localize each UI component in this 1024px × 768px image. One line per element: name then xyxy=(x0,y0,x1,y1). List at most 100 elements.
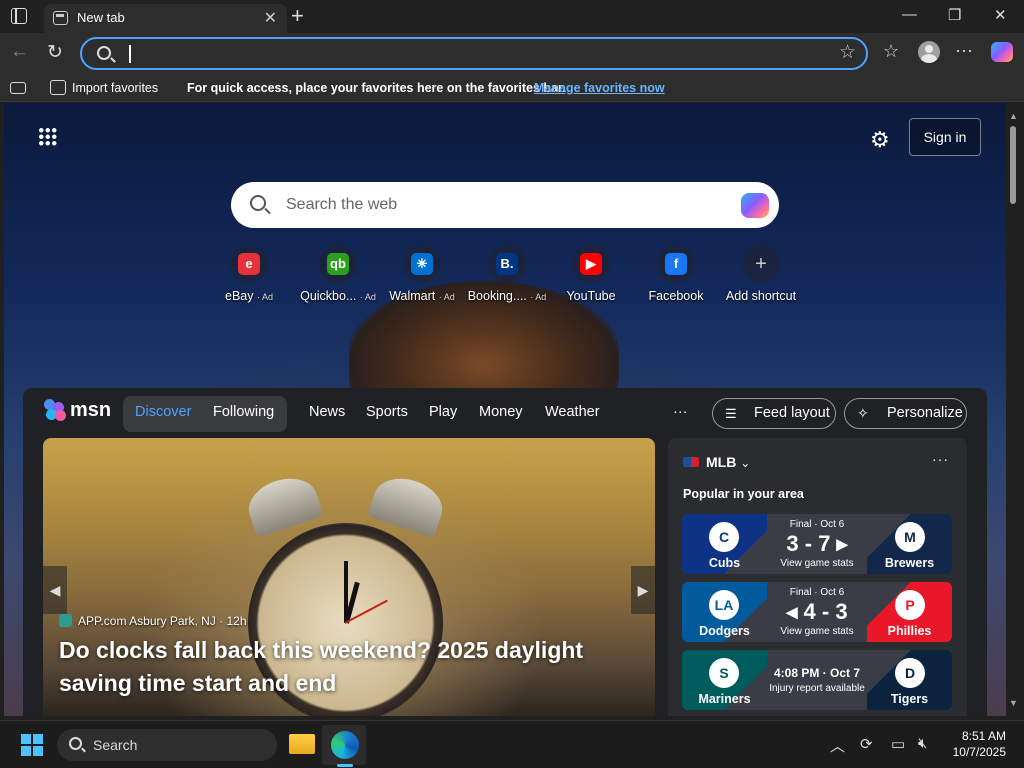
shortcut-icon: B. xyxy=(488,245,526,283)
sparkle-icon: ✧ xyxy=(857,405,869,421)
maximize-button[interactable]: ❐ xyxy=(948,6,961,24)
add-favorite-star-icon[interactable]: ☆ xyxy=(839,41,856,64)
tab-actions-icon[interactable] xyxy=(11,8,27,24)
nav-play[interactable]: Play xyxy=(429,404,457,420)
carousel-next-button[interactable]: ▶ xyxy=(631,566,655,614)
game-link[interactable]: View game stats xyxy=(767,626,867,637)
shortcut-icon: f xyxy=(657,245,695,283)
game-link[interactable]: Injury report available xyxy=(767,683,867,694)
shortcut-tile[interactable]: ✳ Walmart · Ad xyxy=(376,245,468,305)
tab-discover[interactable]: Discover xyxy=(135,404,191,420)
new-tab-page: ⚙ Sign in Search the web e eBay · Ad qb Qui… xyxy=(4,103,1006,716)
team-b: D Tigers xyxy=(867,650,952,710)
game-row[interactable]: C Cubs Final · Oct 63 - 7 ▸ View game stats… xyxy=(682,514,952,574)
new-tab-button[interactable]: + xyxy=(291,3,304,29)
card-more-icon[interactable]: ··· xyxy=(932,451,949,467)
personalize-button[interactable]: ✧ Personalize xyxy=(844,398,967,429)
mlb-logo-icon xyxy=(683,457,699,467)
feed-layout-button[interactable]: ☰ Feed layout xyxy=(712,398,836,429)
update-sync-icon[interactable]: ⟳ xyxy=(860,735,873,753)
tab-following[interactable]: Following xyxy=(213,404,274,420)
shortcut-tile[interactable]: e eBay · Ad xyxy=(203,245,295,305)
shortcut-label: eBay · Ad xyxy=(203,289,295,303)
league-selector[interactable]: MLB ⌄ xyxy=(706,454,750,470)
shortcut-glyph: B. xyxy=(496,253,518,275)
shortcut-name: eBay xyxy=(225,289,254,303)
team-a-name: Dodgers xyxy=(699,624,750,638)
page-scrollbar[interactable]: ▲ ▼ xyxy=(1006,108,1020,716)
shortcut-glyph: e xyxy=(238,253,260,275)
shortcut-glyph: qb xyxy=(327,253,349,275)
page-settings-gear-icon[interactable]: ⚙ xyxy=(870,127,890,153)
nav-sports[interactable]: Sports xyxy=(366,404,408,420)
profile-avatar[interactable] xyxy=(918,41,940,63)
scrollbar-thumb[interactable] xyxy=(1010,126,1016,204)
team-b-logo-icon: P xyxy=(895,590,925,620)
publisher-icon xyxy=(59,614,72,627)
sidebar-toggle-icon[interactable] xyxy=(10,82,26,94)
import-icon xyxy=(50,80,66,95)
nav-weather[interactable]: Weather xyxy=(545,404,600,420)
nav-news[interactable]: News xyxy=(309,404,345,420)
sign-in-button[interactable]: Sign in xyxy=(909,118,981,156)
scroll-down-arrow-icon[interactable]: ▼ xyxy=(1009,698,1018,708)
import-favorites-button[interactable]: Import favorites xyxy=(72,81,158,95)
show-hidden-icons-chevron-icon[interactable]: ︿ xyxy=(830,735,845,756)
favorites-icon[interactable]: ☆ xyxy=(883,41,899,62)
close-window-button[interactable]: ✕ xyxy=(994,6,1007,24)
team-a: LA Dodgers xyxy=(682,582,767,642)
copilot-icon[interactable] xyxy=(991,42,1013,62)
game-link[interactable]: View game stats xyxy=(767,558,867,569)
shortcut-name: Booking.... xyxy=(467,289,527,303)
team-b-name: Tigers xyxy=(890,692,929,706)
manage-favorites-link[interactable]: Manage favorites now xyxy=(534,81,665,95)
favorites-bar-prompt: For quick access, place your favorites h… xyxy=(187,81,566,95)
ad-badge: · Ad xyxy=(438,292,455,302)
search-icon xyxy=(250,195,266,211)
windows-taskbar: Search ︿ ⟳ ▭ 🔇︎ 8:51 AM 10/7/2025 xyxy=(0,720,1024,768)
close-tab-icon[interactable]: ✕ xyxy=(264,8,277,28)
minimize-button[interactable]: — xyxy=(902,6,917,23)
copilot-search-icon[interactable] xyxy=(741,193,769,218)
hero-article-card[interactable]: ◀ ▶ APP.com Asbury Park, NJ · 12h Do clo… xyxy=(43,438,655,716)
carousel-prev-button[interactable]: ◀ xyxy=(43,566,67,614)
game-score: ◂ 4 - 3 xyxy=(786,599,848,624)
shortcut-glyph: + xyxy=(755,253,767,275)
game-row[interactable]: LA Dodgers Final · Oct 6 ◂ 4 - 3 View game s… xyxy=(682,582,952,642)
nav-more-icon[interactable]: ··· xyxy=(673,404,688,420)
team-b-logo-icon: D xyxy=(895,658,925,688)
refresh-button[interactable]: ↻ xyxy=(47,41,63,64)
team-a-name: Cubs xyxy=(708,556,741,570)
game-row[interactable]: S Mariners 4:08 PM · Oct 7 Injury report av… xyxy=(682,650,952,710)
settings-more-icon[interactable]: ··· xyxy=(955,40,973,61)
volume-muted-icon[interactable]: 🔇︎ xyxy=(918,735,927,752)
shortcut-name: YouTube xyxy=(566,289,616,303)
address-bar[interactable]: ☆ xyxy=(80,37,868,70)
shortcut-tile[interactable]: f Facebook xyxy=(630,245,722,305)
search-icon xyxy=(69,737,82,750)
shortcut-icon: + xyxy=(742,245,780,283)
windows-start-icon[interactable] xyxy=(21,734,43,756)
shortcut-tile[interactable]: B. Booking.... · Ad xyxy=(461,245,553,305)
tab-new-tab[interactable]: New tab ✕ xyxy=(44,4,287,33)
network-icon[interactable]: ▭ xyxy=(891,735,905,753)
taskbar-search[interactable]: Search xyxy=(57,729,277,761)
scroll-up-arrow-icon[interactable]: ▲ xyxy=(1009,111,1018,121)
new-tab-icon xyxy=(53,11,68,25)
shortcut-tile[interactable]: ▶ YouTube xyxy=(545,245,637,305)
back-button[interactable]: ← xyxy=(10,41,29,63)
shortcut-label: Facebook xyxy=(630,289,722,303)
chevron-down-icon: ⌄ xyxy=(740,456,751,470)
team-a-logo-text: LA xyxy=(714,597,734,613)
msn-feed: msn Discover Following News Sports Play … xyxy=(23,388,987,716)
clock-date: 10/7/2025 xyxy=(952,745,1006,759)
web-search-box[interactable]: Search the web xyxy=(231,182,779,228)
system-clock[interactable]: 8:51 AM 10/7/2025 xyxy=(953,728,1006,760)
shortcut-tile[interactable]: qb Quickbo... · Ad xyxy=(292,245,384,305)
shortcut-tile[interactable]: + Add shortcut xyxy=(715,245,807,305)
app-launcher-grid-icon[interactable] xyxy=(38,127,57,146)
file-explorer-icon[interactable] xyxy=(289,734,315,754)
team-a-logo-icon: S xyxy=(709,658,739,688)
nav-money[interactable]: Money xyxy=(479,404,523,420)
article-headline[interactable]: Do clocks fall back this weekend? 2025 d… xyxy=(59,634,619,700)
